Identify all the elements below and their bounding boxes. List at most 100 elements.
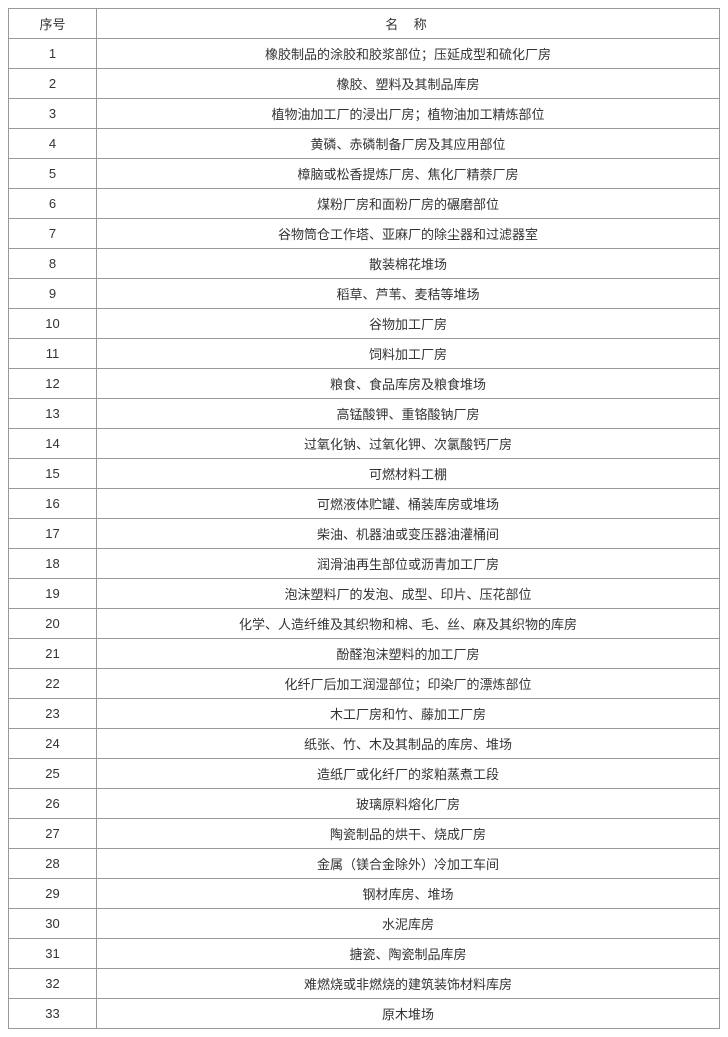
cell-name: 陶瓷制品的烘干、烧成厂房: [97, 819, 720, 849]
table-row: 25造纸厂或化纤厂的浆粕蒸煮工段: [9, 759, 720, 789]
table-row: 4黄磷、赤磷制备厂房及其应用部位: [9, 129, 720, 159]
cell-seq: 10: [9, 309, 97, 339]
cell-name: 可燃液体贮罐、桶装库房或堆场: [97, 489, 720, 519]
cell-seq: 17: [9, 519, 97, 549]
cell-seq: 28: [9, 849, 97, 879]
cell-seq: 7: [9, 219, 97, 249]
cell-seq: 22: [9, 669, 97, 699]
cell-name: 金属（镁合金除外）冷加工车间: [97, 849, 720, 879]
table-row: 20化学、人造纤维及其织物和棉、毛、丝、麻及其织物的库房: [9, 609, 720, 639]
cell-name: 煤粉厂房和面粉厂房的碾磨部位: [97, 189, 720, 219]
cell-name: 化学、人造纤维及其织物和棉、毛、丝、麻及其织物的库房: [97, 609, 720, 639]
table-row: 29钢材库房、堆场: [9, 879, 720, 909]
table-row: 13高锰酸钾、重铬酸钠厂房: [9, 399, 720, 429]
cell-name: 橡胶、塑料及其制品库房: [97, 69, 720, 99]
table-row: 26玻璃原料熔化厂房: [9, 789, 720, 819]
cell-seq: 29: [9, 879, 97, 909]
cell-seq: 26: [9, 789, 97, 819]
cell-name: 纸张、竹、木及其制品的库房、堆场: [97, 729, 720, 759]
cell-seq: 33: [9, 999, 97, 1029]
cell-name: 泡沫塑料厂的发泡、成型、印片、压花部位: [97, 579, 720, 609]
cell-name: 柴油、机器油或变压器油灌桶间: [97, 519, 720, 549]
table-row: 19泡沫塑料厂的发泡、成型、印片、压花部位: [9, 579, 720, 609]
table-row: 2橡胶、塑料及其制品库房: [9, 69, 720, 99]
cell-seq: 15: [9, 459, 97, 489]
table-row: 18润滑油再生部位或沥青加工厂房: [9, 549, 720, 579]
cell-seq: 25: [9, 759, 97, 789]
cell-name: 谷物加工厂房: [97, 309, 720, 339]
cell-name: 原木堆场: [97, 999, 720, 1029]
classification-table: 序号 名称 1橡胶制品的涂胶和胶浆部位；压延成型和硫化厂房2橡胶、塑料及其制品库…: [8, 8, 720, 1029]
table-row: 8散装棉花堆场: [9, 249, 720, 279]
table-row: 28金属（镁合金除外）冷加工车间: [9, 849, 720, 879]
table-row: 31搪瓷、陶瓷制品库房: [9, 939, 720, 969]
cell-name: 植物油加工厂的浸出厂房；植物油加工精炼部位: [97, 99, 720, 129]
cell-seq: 20: [9, 609, 97, 639]
cell-name: 高锰酸钾、重铬酸钠厂房: [97, 399, 720, 429]
cell-seq: 18: [9, 549, 97, 579]
cell-name: 过氧化钠、过氧化钾、次氯酸钙厂房: [97, 429, 720, 459]
cell-name: 玻璃原料熔化厂房: [97, 789, 720, 819]
table-row: 21酚醛泡沫塑料的加工厂房: [9, 639, 720, 669]
cell-name: 樟脑或松香提炼厂房、焦化厂精萘厂房: [97, 159, 720, 189]
cell-seq: 16: [9, 489, 97, 519]
table-row: 22化纤厂后加工润湿部位；印染厂的漂炼部位: [9, 669, 720, 699]
cell-name: 橡胶制品的涂胶和胶浆部位；压延成型和硫化厂房: [97, 39, 720, 69]
cell-seq: 23: [9, 699, 97, 729]
cell-seq: 2: [9, 69, 97, 99]
table-row: 3植物油加工厂的浸出厂房；植物油加工精炼部位: [9, 99, 720, 129]
cell-seq: 31: [9, 939, 97, 969]
cell-name: 水泥库房: [97, 909, 720, 939]
cell-name: 谷物筒仓工作塔、亚麻厂的除尘器和过滤器室: [97, 219, 720, 249]
cell-name: 酚醛泡沫塑料的加工厂房: [97, 639, 720, 669]
cell-name: 润滑油再生部位或沥青加工厂房: [97, 549, 720, 579]
cell-name: 散装棉花堆场: [97, 249, 720, 279]
table-row: 32难燃烧或非燃烧的建筑装饰材料库房: [9, 969, 720, 999]
table-row: 5樟脑或松香提炼厂房、焦化厂精萘厂房: [9, 159, 720, 189]
table-row: 17柴油、机器油或变压器油灌桶间: [9, 519, 720, 549]
cell-name: 化纤厂后加工润湿部位；印染厂的漂炼部位: [97, 669, 720, 699]
table-row: 9稻草、芦苇、麦秸等堆场: [9, 279, 720, 309]
table-row: 1橡胶制品的涂胶和胶浆部位；压延成型和硫化厂房: [9, 39, 720, 69]
cell-seq: 13: [9, 399, 97, 429]
cell-name: 粮食、食品库房及粮食堆场: [97, 369, 720, 399]
table-row: 6煤粉厂房和面粉厂房的碾磨部位: [9, 189, 720, 219]
cell-name: 搪瓷、陶瓷制品库房: [97, 939, 720, 969]
cell-name: 可燃材料工棚: [97, 459, 720, 489]
header-name: 名称: [97, 9, 720, 39]
table-row: 10谷物加工厂房: [9, 309, 720, 339]
cell-name: 造纸厂或化纤厂的浆粕蒸煮工段: [97, 759, 720, 789]
table-row: 27陶瓷制品的烘干、烧成厂房: [9, 819, 720, 849]
cell-seq: 30: [9, 909, 97, 939]
cell-seq: 32: [9, 969, 97, 999]
table-row: 16可燃液体贮罐、桶装库房或堆场: [9, 489, 720, 519]
cell-name: 难燃烧或非燃烧的建筑装饰材料库房: [97, 969, 720, 999]
cell-seq: 24: [9, 729, 97, 759]
cell-seq: 14: [9, 429, 97, 459]
table-row: 23木工厂房和竹、藤加工厂房: [9, 699, 720, 729]
cell-name: 黄磷、赤磷制备厂房及其应用部位: [97, 129, 720, 159]
table-row: 30水泥库房: [9, 909, 720, 939]
cell-seq: 19: [9, 579, 97, 609]
header-seq: 序号: [9, 9, 97, 39]
cell-seq: 11: [9, 339, 97, 369]
cell-seq: 5: [9, 159, 97, 189]
cell-name: 木工厂房和竹、藤加工厂房: [97, 699, 720, 729]
cell-seq: 9: [9, 279, 97, 309]
cell-seq: 8: [9, 249, 97, 279]
cell-seq: 3: [9, 99, 97, 129]
table-row: 15可燃材料工棚: [9, 459, 720, 489]
cell-name: 饲料加工厂房: [97, 339, 720, 369]
cell-seq: 12: [9, 369, 97, 399]
cell-seq: 27: [9, 819, 97, 849]
table-row: 11饲料加工厂房: [9, 339, 720, 369]
cell-seq: 4: [9, 129, 97, 159]
cell-name: 稻草、芦苇、麦秸等堆场: [97, 279, 720, 309]
table-row: 24纸张、竹、木及其制品的库房、堆场: [9, 729, 720, 759]
cell-name: 钢材库房、堆场: [97, 879, 720, 909]
cell-seq: 21: [9, 639, 97, 669]
table-row: 14过氧化钠、过氧化钾、次氯酸钙厂房: [9, 429, 720, 459]
table-row: 12粮食、食品库房及粮食堆场: [9, 369, 720, 399]
table-row: 33原木堆场: [9, 999, 720, 1029]
table-header-row: 序号 名称: [9, 9, 720, 39]
